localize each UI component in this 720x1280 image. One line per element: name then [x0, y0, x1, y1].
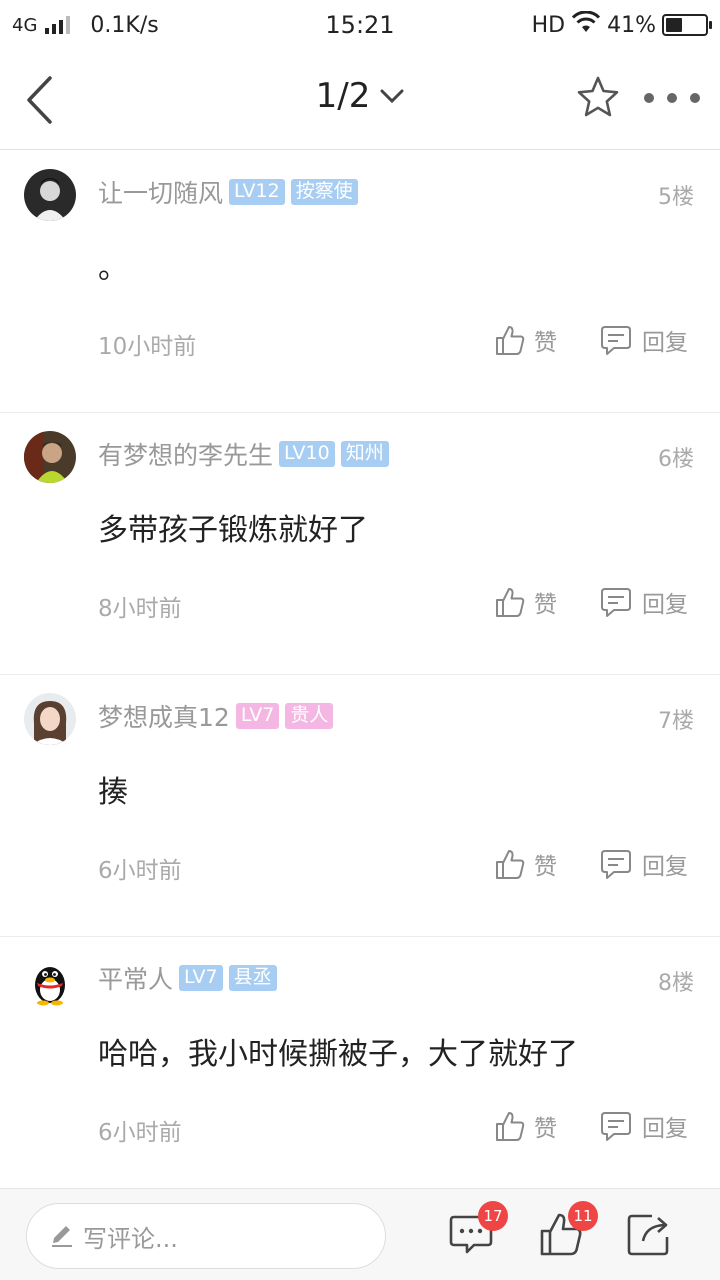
comment-meta: 梦想成真12 LV7 贵人 [98, 698, 334, 734]
comment-item: 让一切随风 LV12 按察使 5楼 。 10小时前 赞 回复 [0, 151, 720, 413]
pencil-icon [52, 1226, 72, 1247]
avatar[interactable] [24, 693, 76, 745]
like-button[interactable]: 赞 [494, 323, 557, 357]
like-post-button[interactable]: 11 [538, 1201, 598, 1257]
comment-text: 多带孩子锻炼就好了 [98, 513, 368, 548]
like-count-badge: 11 [568, 1201, 598, 1231]
more-options-button[interactable] [644, 80, 700, 116]
comment-text: 。 [98, 251, 128, 286]
avatar[interactable] [24, 169, 76, 221]
bottom-action-bar: 写评论... 17 11 [0, 1188, 720, 1280]
level-badge: LV7 [235, 703, 280, 729]
level-badge: LV10 [279, 441, 335, 467]
comment-icon [601, 850, 631, 879]
username[interactable]: 梦想成真12 [98, 698, 230, 734]
thumbs-up-icon [496, 1112, 525, 1141]
username[interactable]: 让一切随风 [98, 174, 223, 210]
reply-label: 回复 [642, 1116, 688, 1142]
dot-icon [690, 93, 700, 103]
level-badge: LV12 [229, 179, 285, 205]
share-button[interactable] [626, 1211, 672, 1257]
network-speed: 0.1K/s [90, 12, 159, 38]
comment-meta: 让一切随风 LV12 按察使 [98, 175, 358, 209]
comments-button[interactable]: 17 [448, 1201, 508, 1257]
like-label: 赞 [534, 330, 557, 356]
reply-button[interactable]: 回复 [600, 847, 688, 881]
like-button[interactable]: 赞 [494, 847, 557, 881]
floor-number: 6楼 [658, 447, 694, 472]
reply-button[interactable]: 回复 [600, 585, 688, 619]
thumbs-up-icon [496, 588, 525, 617]
title-badge: 按察使 [290, 179, 358, 205]
title-badge: 贵人 [285, 703, 334, 729]
comment-time: 10小时前 [98, 334, 197, 360]
like-button[interactable]: 赞 [494, 585, 557, 619]
like-label: 赞 [534, 592, 557, 618]
avatar[interactable] [24, 955, 76, 1007]
dot-icon [644, 93, 654, 103]
comment-text: 揍 [98, 775, 128, 810]
like-label: 赞 [534, 854, 557, 880]
reply-button[interactable]: 回复 [600, 1109, 688, 1143]
dot-icon [667, 93, 677, 103]
reply-label: 回复 [642, 592, 688, 618]
like-label: 赞 [534, 1116, 557, 1142]
penguin-icon [24, 955, 76, 1007]
comment-placeholder: 写评论... [83, 1224, 178, 1253]
like-button[interactable]: 赞 [494, 1109, 557, 1143]
comment-icon [601, 326, 631, 355]
comment-count-badge: 17 [478, 1201, 508, 1231]
chevron-down-icon [380, 89, 404, 104]
comment-list: 让一切随风 LV12 按察使 5楼 。 10小时前 赞 回复 有梦想的李先生 L… [0, 151, 720, 1199]
signal-icon [45, 16, 71, 34]
comment-meta: 有梦想的李先生 LV10 知州 [98, 437, 389, 471]
favorite-button[interactable] [574, 74, 622, 122]
comment-time: 6小时前 [98, 1120, 182, 1146]
username[interactable]: 有梦想的李先生 [98, 436, 273, 472]
comment-icon [601, 588, 631, 617]
status-bar: 4G 0.1K/s 15:21 HD 41% [0, 0, 720, 50]
reply-label: 回复 [642, 330, 688, 356]
comment-input[interactable]: 写评论... [26, 1203, 386, 1269]
battery-percent: 41% [607, 12, 656, 38]
page-indicator: 1/2 [315, 76, 371, 116]
thumbs-up-icon [496, 326, 525, 355]
comment-meta: 平常人 LV7 县丞 [98, 961, 277, 995]
floor-number: 7楼 [658, 709, 694, 734]
title-badge: 知州 [340, 441, 389, 467]
star-icon [577, 76, 619, 117]
comment-text: 哈哈，我小时候撕被子，大了就好了 [98, 1037, 578, 1072]
network-type: 4G [12, 14, 38, 36]
avatar[interactable] [24, 431, 76, 483]
reply-label: 回复 [642, 854, 688, 880]
reply-button[interactable]: 回复 [600, 323, 688, 357]
comment-item: 有梦想的李先生 LV10 知州 6楼 多带孩子锻炼就好了 8小时前 赞 回复 [0, 413, 720, 675]
hd-indicator: HD [531, 12, 566, 38]
wifi-icon [571, 10, 601, 39]
top-nav-bar: 1/2 [0, 50, 720, 150]
comment-item: 梦想成真12 LV7 贵人 7楼 揍 6小时前 赞 回复 [0, 675, 720, 937]
thumbs-up-icon [496, 850, 525, 879]
floor-number: 5楼 [658, 185, 694, 210]
floor-number: 8楼 [658, 971, 694, 996]
level-badge: LV7 [179, 965, 223, 991]
page-switcher-button[interactable]: 1/2 [316, 76, 405, 116]
comment-icon [601, 1112, 631, 1141]
comment-item: 平常人 LV7 县丞 8楼 哈哈，我小时候撕被子，大了就好了 6小时前 赞 回复 [0, 937, 720, 1199]
username[interactable]: 平常人 [98, 960, 173, 996]
comment-time: 6小时前 [98, 858, 182, 884]
comment-time: 8小时前 [98, 596, 182, 622]
share-icon [627, 1214, 669, 1256]
title-badge: 县丞 [228, 965, 277, 991]
battery-icon [662, 14, 712, 36]
